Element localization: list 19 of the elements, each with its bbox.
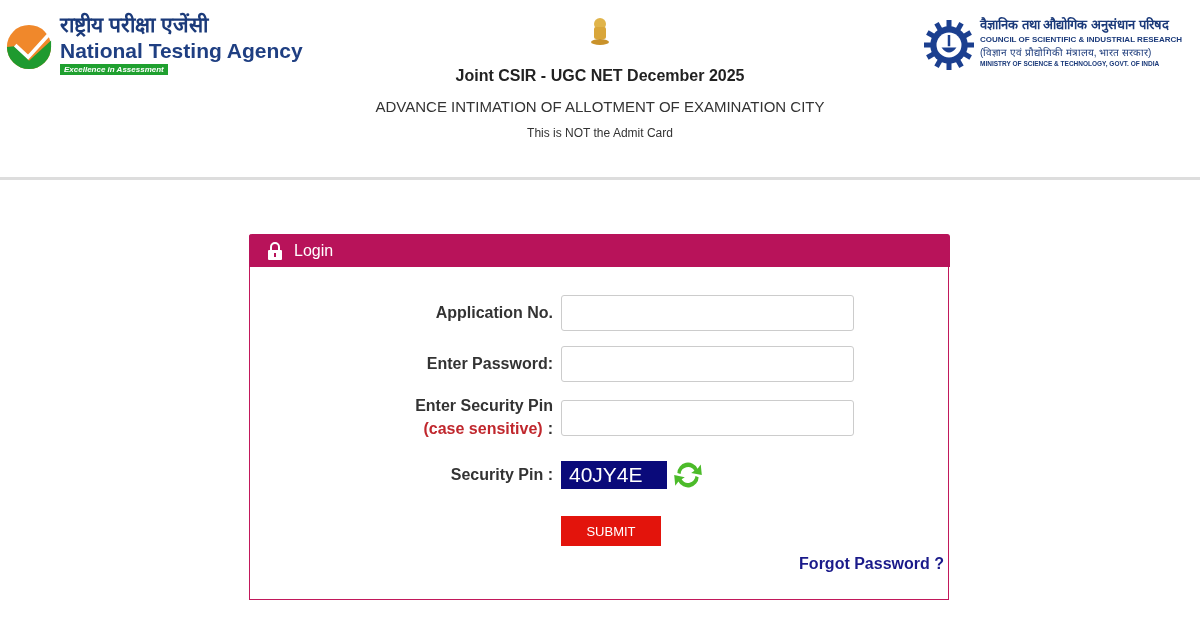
colon-text: :: [547, 420, 553, 438]
agency-name: National Testing Agency: [60, 38, 303, 63]
captcha-image: 40JY4E: [561, 461, 667, 489]
field-label: Application No.: [435, 304, 553, 322]
page-subtitle: ADVANCE INTIMATION OF ALLOTMENT OF EXAMINATION CITY: [375, 98, 825, 115]
council-hindi-name: वैज्ञानिक तथा औद्योगिक अनुसंधान परिषद: [980, 16, 1171, 34]
field-label: Enter Password:: [426, 355, 553, 373]
agency-tagline: Excellence in Assessment: [60, 64, 168, 75]
admit-card-note: This is NOT the Admit Card: [527, 126, 673, 140]
captcha-label: Security Pin :: [450, 466, 553, 484]
council-name: COUNCIL OF SCIENTIFIC & INDUSTRIAL RESEARCH: [980, 34, 1182, 46]
case-sensitive-note: (case sensitive): [423, 420, 543, 438]
panel-title: Login: [294, 241, 334, 260]
ministry-hindi-name: (विज्ञान एवं प्रौद्योगिकी मंत्रालय, भारत सरकार): [980, 46, 1153, 59]
submit-button[interactable]: SUBMIT: [561, 516, 661, 546]
field-label: Enter Security Pin: [415, 397, 553, 415]
forgot-password-link[interactable]: Forgot Password ?: [799, 555, 944, 573]
agency-hindi-name: राष्ट्रीय परीक्षा एजेंसी: [60, 12, 210, 38]
page-title: Joint CSIR - UGC NET December 2025: [455, 67, 745, 85]
